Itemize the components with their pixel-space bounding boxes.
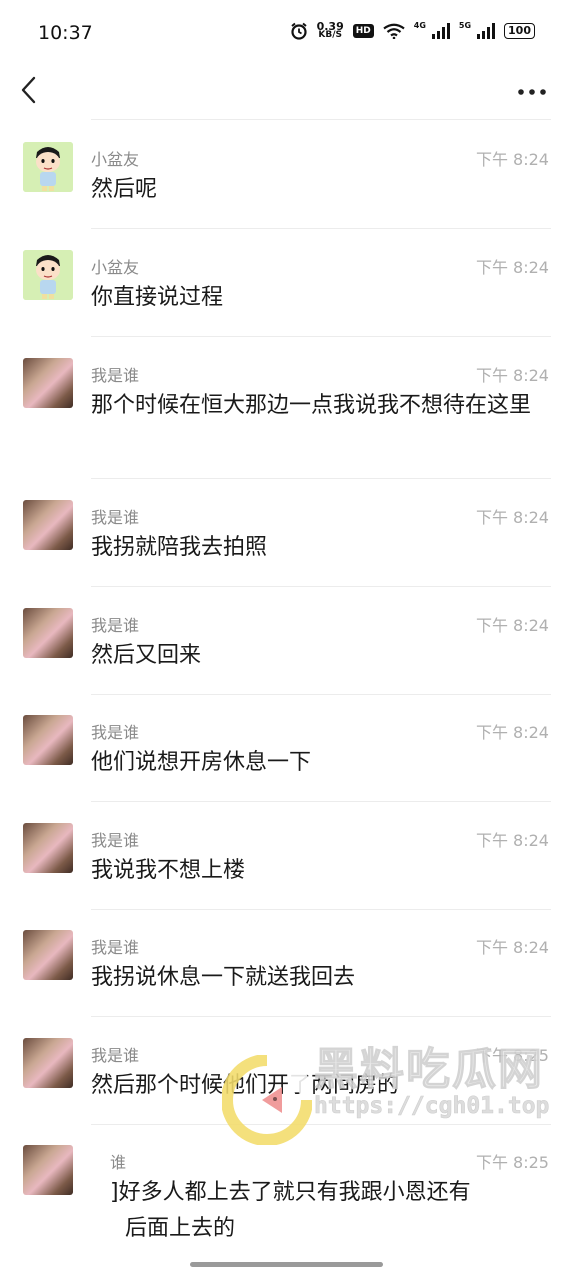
message-time: 下午 8:24	[475, 258, 549, 277]
message-time: 下午 8:24	[475, 723, 549, 742]
signal-4g-label: 4G	[413, 20, 426, 30]
chevron-left-icon	[21, 76, 36, 104]
avatar[interactable]	[23, 608, 73, 658]
message-text: ]好多人都上去了就只有我跟小恩还有	[110, 1180, 471, 1205]
divider	[91, 694, 551, 695]
watermark-title: 黑料吃瓜网	[314, 1044, 544, 1096]
divider	[91, 801, 551, 802]
message-text: 那个时候在恒大那边一点我说我不想待在这里	[91, 393, 532, 418]
avatar[interactable]	[23, 250, 73, 300]
sender-name: 我是谁	[91, 831, 140, 850]
back-button[interactable]	[14, 72, 44, 108]
cartoon-boy-avatar-icon	[23, 250, 73, 300]
more-horizontal-icon	[518, 89, 546, 95]
status-bar: 10:37 0.39 KB/S HD 4G 5G 100	[0, 0, 573, 66]
top-bar	[0, 66, 573, 118]
message-text: 你直接说过程	[91, 285, 224, 310]
signal-5g-icon	[477, 23, 496, 39]
message-text: 他们说想开房休息一下	[91, 750, 312, 775]
status-icons: 0.39 KB/S HD 4G 5G 100	[290, 20, 535, 40]
battery-icon: 100	[504, 23, 535, 39]
message-time: 下午 8:24	[475, 508, 549, 527]
avatar[interactable]	[23, 500, 73, 550]
divider	[91, 909, 551, 910]
message-time: 下午 8:24	[475, 938, 549, 957]
status-time: 10:37	[38, 22, 93, 44]
avatar[interactable]	[23, 358, 73, 408]
divider	[91, 336, 551, 337]
net-speed: 0.39 KB/S	[317, 21, 344, 40]
avatar[interactable]	[23, 930, 73, 980]
avatar[interactable]	[23, 715, 73, 765]
sender-name: 我是谁	[91, 723, 140, 742]
more-button[interactable]	[515, 74, 551, 106]
message-text: 我拐就陪我去拍照	[91, 535, 268, 560]
sender-name: 谁	[110, 1153, 127, 1172]
sender-name: 我是谁	[91, 508, 140, 527]
message-text-continued: 后面上去的	[125, 1216, 236, 1241]
avatar[interactable]	[23, 142, 73, 192]
sender-name: 我是谁	[91, 938, 140, 957]
home-indicator[interactable]	[190, 1262, 383, 1267]
message-time: 下午 8:24	[475, 150, 549, 169]
message-text: 我说我不想上楼	[91, 858, 246, 883]
divider	[91, 478, 551, 479]
divider	[91, 1016, 551, 1017]
sender-name: 我是谁	[91, 1046, 140, 1065]
watermark-url: https://cgh01.top	[314, 1093, 550, 1120]
avatar[interactable]	[23, 1038, 73, 1088]
alarm-icon	[290, 22, 307, 40]
sender-name: 小盆友	[91, 258, 140, 277]
signal-4g-icon	[431, 23, 450, 39]
avatar[interactable]	[23, 823, 73, 873]
sender-name: 小盆友	[91, 150, 140, 169]
divider	[91, 228, 551, 229]
message-text: 然后呢	[91, 177, 158, 202]
signal-5g-label: 5G	[458, 20, 472, 30]
sender-name: 我是谁	[91, 616, 140, 635]
watermark-logo-icon	[222, 1055, 312, 1145]
watermark: 黑料吃瓜网 https://cgh01.top	[222, 1033, 557, 1168]
wifi-icon	[383, 23, 405, 39]
message-text: 我拐说休息一下就送我回去	[91, 965, 356, 990]
hd-icon: HD	[352, 24, 374, 38]
avatar[interactable]	[23, 1145, 73, 1195]
message-time: 下午 8:24	[475, 616, 549, 635]
cartoon-boy-avatar-icon	[23, 142, 73, 192]
divider	[91, 586, 551, 587]
divider	[91, 119, 551, 120]
message-time: 下午 8:24	[475, 366, 549, 385]
sender-name: 我是谁	[91, 366, 140, 385]
message-time: 下午 8:24	[475, 831, 549, 850]
net-speed-unit: KB/S	[318, 30, 342, 40]
message-text: 然后又回来	[91, 643, 202, 668]
